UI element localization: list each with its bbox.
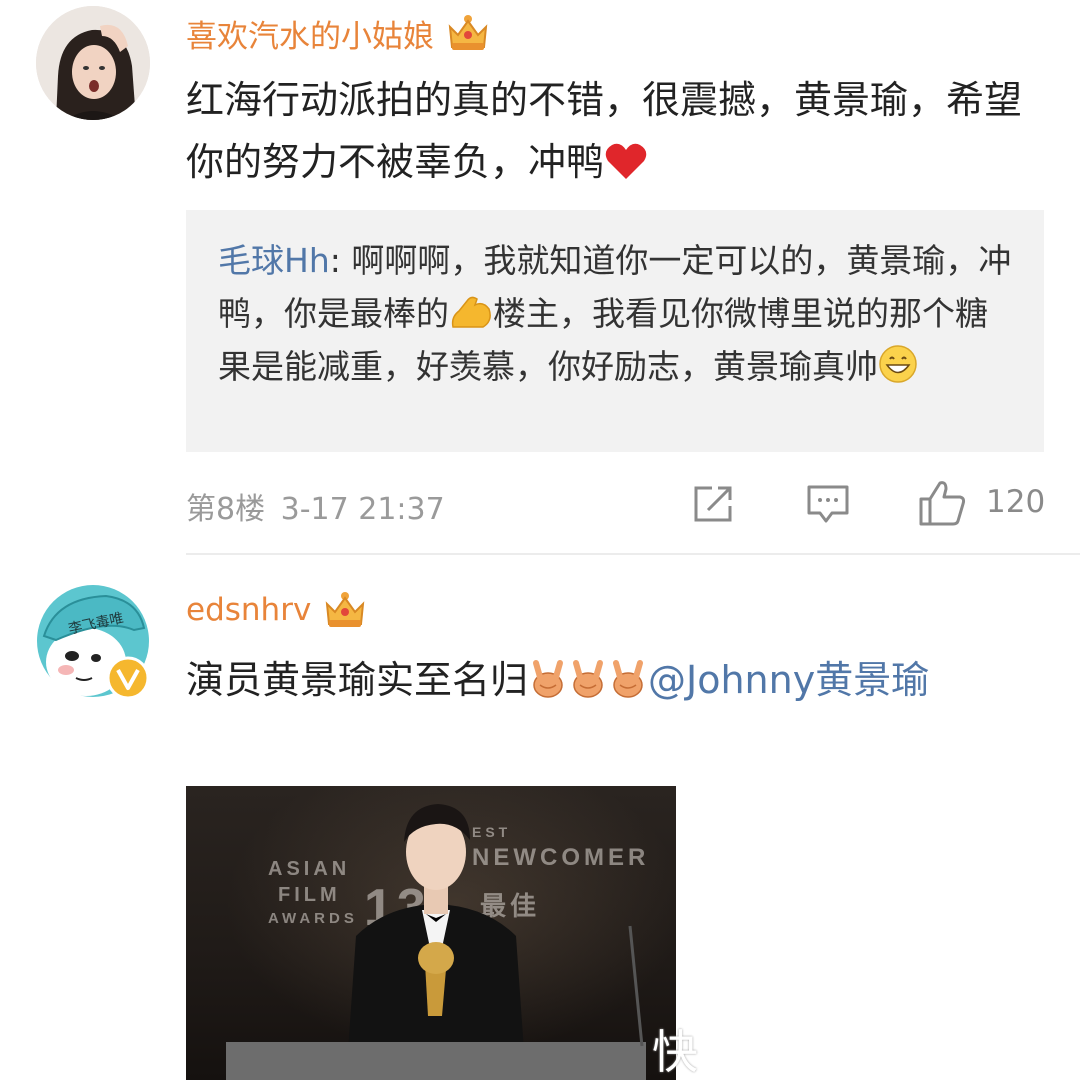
comment-time: 3-17 21:37: [280, 492, 445, 527]
victory-hand-emoji-icon: [573, 660, 604, 698]
muscle-emoji-icon: [451, 296, 491, 328]
comment-text: 红海行动派拍的真的不错，很震撼，黄景瑜，希望你的努力不被辜负，冲鸭: [186, 69, 1056, 193]
crown-icon: [326, 592, 365, 627]
comment-meta: 第8楼 3-17 21:37: [186, 484, 445, 528]
victory-hand-emoji-icon: [613, 660, 644, 698]
floor-number: 第8楼: [186, 492, 266, 527]
reply-box[interactable]: 毛球Hh: 啊啊啊，我就知道你一定可以的，黄景瑜，冲鸭，你是最棒的 楼主，我看见你…: [186, 210, 1044, 452]
comment-text: 演员黄景瑜实至名归 @Johnny黄景瑜: [186, 649, 1056, 711]
grin-emoji-icon: [879, 345, 917, 383]
reply-colon: :: [329, 241, 352, 280]
comment-username[interactable]: 喜欢汽水的小姑娘: [186, 8, 490, 58]
comment-body: 演员黄景瑜实至名归: [186, 658, 529, 702]
watermark: 快: [652, 1025, 698, 1079]
divider: [186, 553, 1080, 555]
like-count: 120: [986, 484, 1046, 520]
comment-icon[interactable]: [806, 484, 850, 524]
person-figure: [226, 804, 646, 1080]
verified-badge-icon: [106, 656, 150, 700]
reply-username[interactable]: 毛球Hh: [218, 241, 330, 280]
avatar-photo-icon: [36, 6, 150, 120]
like-icon[interactable]: [918, 479, 966, 527]
heart-icon: [605, 143, 647, 179]
username-text[interactable]: edsnhrv: [186, 592, 311, 628]
reply-text: 毛球Hh: 啊啊啊，我就知道你一定可以的，黄景瑜，冲鸭，你是最棒的 楼主，我看见你…: [218, 234, 1018, 393]
avatar[interactable]: [36, 6, 150, 120]
victory-hand-emoji-icon: [533, 660, 564, 698]
comment-photo[interactable]: ASIAN FILM AWARDS EST NEWCOMER 13 最佳: [186, 786, 676, 1080]
comment-username[interactable]: edsnhrv: [186, 585, 367, 635]
username-text[interactable]: 喜欢汽水的小姑娘: [186, 11, 434, 56]
comment-feed: 喜欢汽水的小姑娘 红海行动派拍的真的不错，很震撼，黄景瑜，希望你的努力不被辜负，…: [0, 0, 1080, 1080]
crown-icon: [448, 15, 488, 50]
share-icon[interactable]: [692, 484, 736, 524]
mention-link[interactable]: @Johnny黄景瑜: [648, 658, 929, 702]
